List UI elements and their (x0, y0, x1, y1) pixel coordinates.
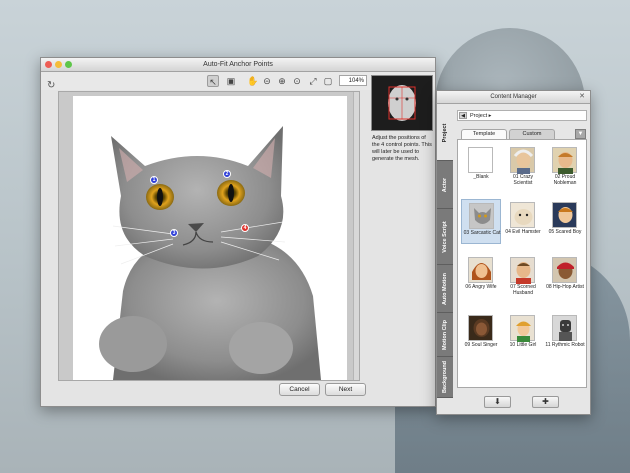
chevron-down-icon[interactable]: ▼ (575, 129, 586, 139)
window-titlebar: Auto-Fit Anchor Points (41, 58, 435, 72)
pointer-icon[interactable]: ↖ (207, 75, 219, 87)
cat-illustration (99, 126, 321, 380)
cat-thumbnail (469, 203, 494, 229)
image-canvas[interactable]: 1 2 3 4 (58, 91, 360, 381)
list-item[interactable]: _Blank (461, 144, 501, 189)
zoom-actual-icon[interactable]: ▢ (322, 75, 334, 87)
cat-icon (474, 208, 491, 224)
refresh-icon[interactable]: ↻ (47, 80, 55, 91)
character-icon (557, 262, 574, 279)
hamster-thumbnail (510, 202, 535, 228)
boy-thumbnail (552, 202, 577, 228)
control-point-2[interactable]: 2 (223, 170, 231, 178)
tab-background[interactable]: Background (437, 357, 453, 398)
content-manager-title: Content Manager (490, 94, 537, 100)
tab-project[interactable]: Project (437, 105, 453, 161)
breadcrumb-text: Project ▸ (470, 113, 492, 119)
next-button[interactable]: Next (325, 383, 366, 396)
list-item[interactable]: 08 Hip-Hop Artist (545, 254, 585, 299)
close-icon[interactable]: ✕ (578, 93, 586, 101)
face-mesh-preview-icon (388, 85, 416, 121)
auto-fit-window: Auto-Fit Anchor Points ↖ ▣ ✋ ⊝ ⊕ ⊙ ⤢ ▢ 1… (40, 57, 436, 407)
girl-thumbnail (510, 315, 535, 342)
download-icon[interactable]: ⬇ (484, 396, 511, 408)
list-item[interactable]: 10 Little Girl (503, 312, 543, 357)
list-item[interactable]: 11 Rythmic Robot (545, 312, 585, 357)
content-manager-titlebar: Content Manager ✕ (437, 91, 590, 104)
scientist-thumbnail (510, 147, 535, 174)
husband-thumbnail (510, 257, 535, 284)
zoom-fit-icon[interactable]: ⊙ (291, 75, 303, 87)
template-grid: _Blank 01 Crazy Scientist 02 Proud Noble… (457, 139, 587, 388)
minimize-window-button[interactable] (55, 61, 62, 68)
add-icon[interactable]: ✚ (532, 396, 559, 408)
character-icon (558, 152, 573, 174)
tab-actor[interactable]: Actor (437, 161, 453, 209)
control-point-1[interactable]: 1 (150, 176, 158, 184)
character-icon (516, 262, 531, 284)
character-icon (472, 263, 491, 280)
character-icon (473, 319, 490, 337)
character-icon (516, 321, 531, 342)
window-title: Auto-Fit Anchor Points (203, 61, 273, 68)
hand-icon[interactable]: ✋ (247, 75, 259, 87)
zoom-in-icon[interactable]: ⊕ (276, 75, 288, 87)
zoom-level-field[interactable]: 104% (339, 75, 367, 86)
close-window-button[interactable] (45, 61, 52, 68)
tab-template[interactable]: Template (461, 129, 507, 139)
breadcrumb: ◀ Project ▸ (457, 110, 587, 121)
fullscreen-icon[interactable]: ⤢ (307, 75, 319, 87)
robot-icon (559, 320, 572, 341)
list-item[interactable]: 06 Angry Wife (461, 254, 501, 299)
character-icon (513, 149, 534, 174)
list-item[interactable]: 02 Proud Nobleman (545, 144, 585, 189)
wife-thumbnail (468, 257, 493, 283)
zoom-window-button[interactable] (65, 61, 72, 68)
robot-thumbnail (552, 315, 577, 341)
content-manager-window: Content Manager ✕ Project Actor Voice Sc… (436, 90, 591, 415)
tab-auto-motion[interactable]: Auto Motion (437, 265, 453, 313)
list-item[interactable]: 07 Scorned Husband (503, 254, 543, 299)
control-point-3[interactable]: 3 (170, 229, 178, 237)
mesh-preview (371, 75, 433, 131)
hamster-icon (514, 209, 533, 225)
tab-custom[interactable]: Custom (509, 129, 555, 139)
nobleman-thumbnail (552, 147, 577, 174)
canvas-scrollbar[interactable] (353, 92, 359, 380)
list-item[interactable]: 09 Soul Singer (461, 312, 501, 357)
tab-voice-script[interactable]: Voice Script (437, 209, 453, 265)
back-icon[interactable]: ◀ (459, 112, 467, 119)
singer-thumbnail (468, 315, 493, 341)
list-item[interactable]: 01 Crazy Scientist (503, 144, 543, 189)
window-controls (45, 61, 72, 68)
cancel-button[interactable]: Cancel (279, 383, 320, 396)
list-item[interactable]: 04 Evil Hamster (503, 199, 543, 244)
cat-photo: 1 2 3 4 (73, 96, 347, 380)
zoom-out-icon[interactable]: ⊝ (261, 75, 273, 87)
blank-thumbnail (468, 147, 493, 173)
side-tab-bar: Project Actor Voice Script Auto Motion M… (437, 105, 453, 398)
character-icon (558, 207, 573, 223)
list-item[interactable]: 05 Scared Boy (545, 199, 585, 244)
select-box-icon[interactable]: ▣ (225, 75, 237, 87)
hiphop-thumbnail (552, 257, 577, 283)
list-item[interactable]: 03 Sarcastic Cat (461, 199, 501, 244)
tab-motion-clip[interactable]: Motion Clip (437, 313, 453, 357)
control-point-4[interactable]: 4 (241, 224, 249, 232)
instruction-text: Adjust the positions of the 4 control po… (372, 135, 432, 162)
